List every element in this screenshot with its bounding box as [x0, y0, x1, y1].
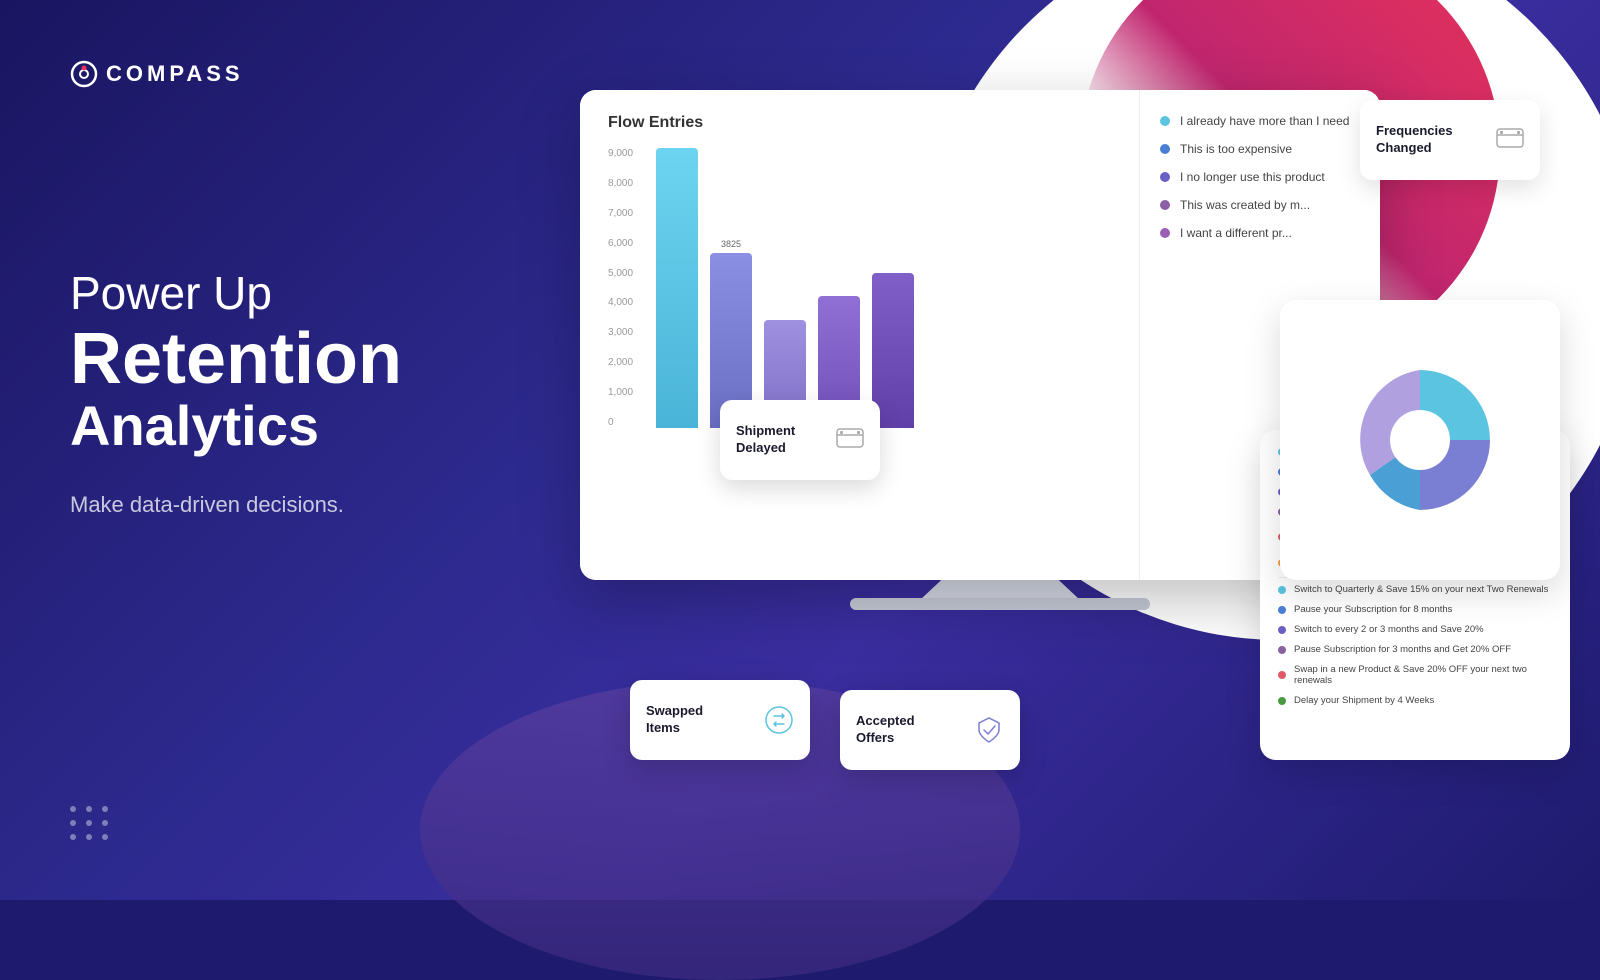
list-item-12: Delay your Shipment by 4 Weeks	[1278, 695, 1552, 706]
shipment-label: ShipmentDelayed	[736, 423, 795, 457]
chart-title: Flow Entries	[608, 114, 1111, 132]
legend-item-5: I want a different pr...	[1160, 226, 1360, 240]
list-dot-8	[1278, 606, 1286, 614]
legend-dot-2	[1160, 144, 1170, 154]
list-item-7: Switch to Quarterly & Save 15% on your n…	[1278, 584, 1552, 595]
swapped-icon	[764, 705, 794, 735]
frequencies-label: FrequenciesChanged	[1376, 123, 1453, 157]
legend-dot-5	[1160, 228, 1170, 238]
card-swapped: SwappedItems	[630, 680, 810, 760]
logo-icon	[70, 60, 98, 88]
list-dot-10	[1278, 646, 1286, 654]
y-axis: 9,000 8,000 7,000 6,000 5,000 4,000 3,00…	[608, 148, 633, 428]
headline-line2: Retention	[70, 323, 510, 395]
legend-item-1: I already have more than I need	[1160, 114, 1360, 128]
legend-dot-4	[1160, 200, 1170, 210]
legend-dot-1	[1160, 116, 1170, 126]
hero-text: Power Up Retention Analytics Make data-d…	[70, 268, 510, 840]
shipment-icon	[836, 428, 864, 452]
list-dot-7	[1278, 586, 1286, 594]
left-panel: COMPASS Power Up Retention Analytics Mak…	[0, 0, 580, 900]
logo-text: COMPASS	[106, 61, 244, 87]
logo: COMPASS	[70, 60, 510, 88]
monitor-base	[850, 598, 1150, 610]
list-item-11: Swap in a new Product & Save 20% OFF you…	[1278, 664, 1552, 686]
subtitle: Make data-driven decisions.	[70, 492, 510, 518]
frequencies-icon	[1496, 128, 1524, 152]
pie-chart	[1300, 320, 1540, 560]
list-item-8: Pause your Subscription for 8 months	[1278, 604, 1552, 615]
pie-svg	[1340, 360, 1500, 520]
legend-item-2: This is too expensive	[1160, 142, 1360, 156]
bar-chart: 9,000 8,000 7,000 6,000 5,000 4,000 3,00…	[608, 148, 1111, 428]
card-offers: AcceptedOffers	[840, 690, 1020, 770]
list-dot-9	[1278, 626, 1286, 634]
list-dot-11	[1278, 671, 1286, 679]
offers-icon	[974, 715, 1004, 745]
legend-item-3: I no longer use this product	[1160, 170, 1360, 184]
card-pie	[1280, 300, 1560, 580]
list-item-9: Switch to every 2 or 3 months and Save 2…	[1278, 624, 1552, 635]
offers-label: AcceptedOffers	[856, 713, 915, 747]
bar-5	[872, 273, 914, 428]
dots-decoration	[70, 806, 110, 840]
chart-panel: Flow Entries 9,000 8,000 7,000 6,000 5,0…	[580, 90, 1140, 580]
dashboard-area: Flow Entries 9,000 8,000 7,000 6,000 5,0…	[500, 0, 1600, 900]
list-item-10: Pause Subscription for 3 months and Get …	[1278, 644, 1552, 655]
card-frequencies: FrequenciesChanged	[1360, 100, 1540, 180]
legend-item-4: This was created by m...	[1160, 198, 1360, 212]
legend-dot-3	[1160, 172, 1170, 182]
headline-line1: Power Up	[70, 268, 510, 319]
swapped-label: SwappedItems	[646, 703, 703, 737]
list-dot-12	[1278, 697, 1286, 705]
card-shipment: ShipmentDelayed	[720, 400, 880, 480]
headline-line3: Analytics	[70, 395, 510, 457]
bar-1	[656, 148, 698, 428]
